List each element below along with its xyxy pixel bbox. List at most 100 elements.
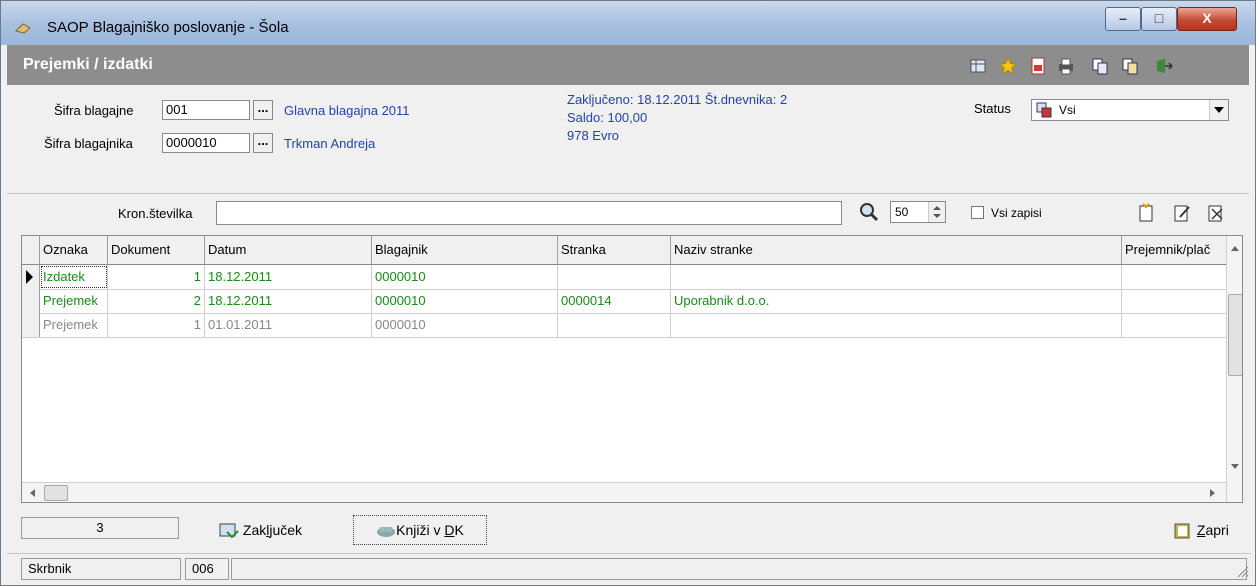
window-title: SAOP Blagajniško poslovanje - Šola bbox=[47, 19, 289, 36]
cell-dokument[interactable]: 1 bbox=[108, 265, 205, 289]
printer-icon[interactable] bbox=[1057, 57, 1075, 75]
column-header-datum[interactable]: Datum bbox=[205, 236, 372, 264]
record-limit-value: 50 bbox=[895, 205, 909, 219]
book-close-icon bbox=[1174, 523, 1190, 539]
cell-oznaka[interactable]: Prejemek bbox=[40, 289, 108, 313]
column-header-stranka[interactable]: Stranka bbox=[558, 236, 671, 264]
sifra-blagajne-input[interactable]: 001 bbox=[162, 100, 250, 120]
cell-stranka[interactable]: 0000014 bbox=[558, 289, 671, 313]
row-pointer-icon bbox=[26, 270, 33, 284]
scroll-left-icon[interactable] bbox=[30, 489, 35, 497]
cell-prejemnik[interactable] bbox=[1122, 313, 1226, 337]
new-record-icon[interactable] bbox=[1137, 203, 1155, 223]
current-row-indicator bbox=[22, 265, 40, 289]
table-row[interactable]: Prejemek 2 18.12.2011 0000010 0000014 Up… bbox=[22, 289, 1226, 314]
cell-prejemnik[interactable] bbox=[1122, 265, 1226, 289]
sifra-blagajnika-label: Šifra blagajnika bbox=[44, 136, 133, 151]
sifra-blagajne-lookup-button[interactable]: ... bbox=[253, 100, 273, 120]
sifra-blagajnika-input[interactable]: 0000010 bbox=[162, 133, 250, 153]
status-user: Skrbnik bbox=[21, 558, 181, 580]
horizontal-scrollbar[interactable] bbox=[22, 482, 1226, 502]
zakljucek-button[interactable]: Zaključek bbox=[219, 518, 302, 542]
column-header-naziv-stranke[interactable]: Naziv stranke bbox=[671, 236, 1122, 264]
grid-header-indicator bbox=[22, 236, 40, 264]
maximize-button[interactable]: □ bbox=[1141, 7, 1177, 31]
status-select[interactable]: Vsi bbox=[1031, 99, 1229, 121]
cell-oznaka[interactable]: Izdatek bbox=[40, 265, 108, 289]
kron-stevilka-input[interactable] bbox=[216, 201, 842, 225]
table-row[interactable]: Prejemek 1 01.01.2011 0000010 bbox=[22, 313, 1226, 338]
edit-record-icon[interactable] bbox=[1173, 203, 1191, 223]
row-indicator bbox=[22, 289, 40, 313]
vsi-zapisi-label: Vsi zapisi bbox=[991, 206, 1042, 220]
sifra-blagajne-label: Šifra blagajne bbox=[54, 103, 134, 118]
status-dropdown-button[interactable] bbox=[1209, 100, 1228, 120]
vsi-zapisi-checkbox[interactable] bbox=[971, 206, 984, 219]
cell-naziv-stranke[interactable] bbox=[671, 265, 1122, 289]
spinner-updown-icon bbox=[933, 206, 941, 218]
status-filter-icon bbox=[1036, 102, 1052, 118]
form-caption: Prejemki / izdatki bbox=[7, 45, 1249, 85]
scroll-up-icon[interactable] bbox=[1231, 246, 1239, 251]
cell-prejemnik[interactable] bbox=[1122, 289, 1226, 313]
status-value: Vsi bbox=[1059, 103, 1076, 117]
cell-stranka[interactable] bbox=[558, 313, 671, 337]
exit-form-icon[interactable] bbox=[1155, 57, 1173, 75]
table-row[interactable]: Izdatek 1 18.12.2011 0000010 bbox=[22, 265, 1226, 290]
star-icon[interactable] bbox=[999, 57, 1017, 75]
status-message bbox=[231, 558, 1247, 580]
grid-settings-icon[interactable] bbox=[969, 57, 987, 75]
status-bar: Skrbnik 006 bbox=[7, 553, 1251, 584]
spinner-arrows[interactable] bbox=[928, 202, 945, 222]
paste-record-icon[interactable] bbox=[1121, 57, 1139, 75]
resize-grip-icon[interactable] bbox=[1237, 566, 1249, 578]
cell-datum[interactable]: 18.12.2011 bbox=[205, 289, 372, 313]
column-header-blagajnik[interactable]: Blagajnik bbox=[372, 236, 558, 264]
sifra-blagajnika-lookup-button[interactable]: ... bbox=[253, 133, 273, 153]
column-header-dokument[interactable]: Dokument bbox=[108, 236, 205, 264]
copy-record-icon[interactable] bbox=[1091, 57, 1109, 75]
blagajnik-name: Trkman Andreja bbox=[284, 136, 376, 151]
zapri-button[interactable]: Zapri bbox=[1173, 518, 1229, 542]
kron-stevilka-label: Kron.številka bbox=[118, 206, 193, 221]
scroll-down-icon[interactable] bbox=[1231, 464, 1239, 469]
knjizi-icon bbox=[377, 527, 396, 538]
column-header-prejemnik[interactable]: Prejemnik/plač bbox=[1122, 236, 1226, 264]
horizontal-scroll-thumb[interactable] bbox=[44, 485, 68, 501]
vertical-scroll-thumb[interactable] bbox=[1228, 294, 1242, 376]
status-label: Status bbox=[974, 101, 1011, 116]
knjizi-v-dk-button[interactable]: Knjiži v DK bbox=[353, 515, 487, 545]
cell-dokument[interactable]: 2 bbox=[108, 289, 205, 313]
cell-oznaka[interactable]: Prejemek bbox=[40, 313, 108, 337]
pdf-export-icon[interactable] bbox=[1029, 57, 1047, 75]
zakljucek-icon bbox=[219, 523, 239, 539]
cell-blagajnik[interactable]: 0000010 bbox=[372, 313, 558, 337]
cell-datum[interactable]: 18.12.2011 bbox=[205, 265, 372, 289]
records-grid[interactable]: Oznaka Dokument Datum Blagajnik Stranka … bbox=[21, 235, 1243, 503]
zakljuceno-info: Zaključeno: 18.12.2011 Št.dnevnika: 2 bbox=[567, 92, 788, 107]
cell-datum[interactable]: 01.01.2011 bbox=[205, 313, 372, 337]
chevron-down-icon bbox=[1214, 107, 1224, 113]
vertical-scrollbar[interactable] bbox=[1226, 236, 1242, 502]
saldo-info: Saldo: 100,00 bbox=[567, 110, 648, 125]
cell-naziv-stranke[interactable]: Uporabnik d.o.o. bbox=[671, 289, 1122, 313]
form-title: Prejemki / izdatki bbox=[23, 56, 153, 73]
cell-blagajnik[interactable]: 0000010 bbox=[372, 289, 558, 313]
record-limit-spinner[interactable]: 50 bbox=[890, 201, 946, 223]
blagajna-name: Glavna blagajna 2011 bbox=[284, 103, 410, 118]
cell-naziv-stranke[interactable] bbox=[671, 313, 1122, 337]
delete-record-icon[interactable] bbox=[1207, 203, 1225, 223]
cell-blagajnik[interactable]: 0000010 bbox=[372, 265, 558, 289]
cell-stranka[interactable] bbox=[558, 265, 671, 289]
column-header-oznaka[interactable]: Oznaka bbox=[40, 236, 108, 264]
valuta-info: 978 Evro bbox=[567, 128, 620, 143]
scroll-right-icon[interactable] bbox=[1210, 489, 1215, 497]
cell-dokument[interactable]: 1 bbox=[108, 313, 205, 337]
close-window-button[interactable]: X bbox=[1177, 7, 1237, 31]
search-icon[interactable] bbox=[859, 202, 879, 222]
record-count: 3 bbox=[21, 517, 179, 539]
app-icon bbox=[15, 23, 31, 34]
minimize-button[interactable]: – bbox=[1105, 7, 1141, 31]
status-code: 006 bbox=[185, 558, 229, 580]
title-bar[interactable]: SAOP Blagajniško poslovanje - Šola – □ X bbox=[1, 1, 1255, 45]
